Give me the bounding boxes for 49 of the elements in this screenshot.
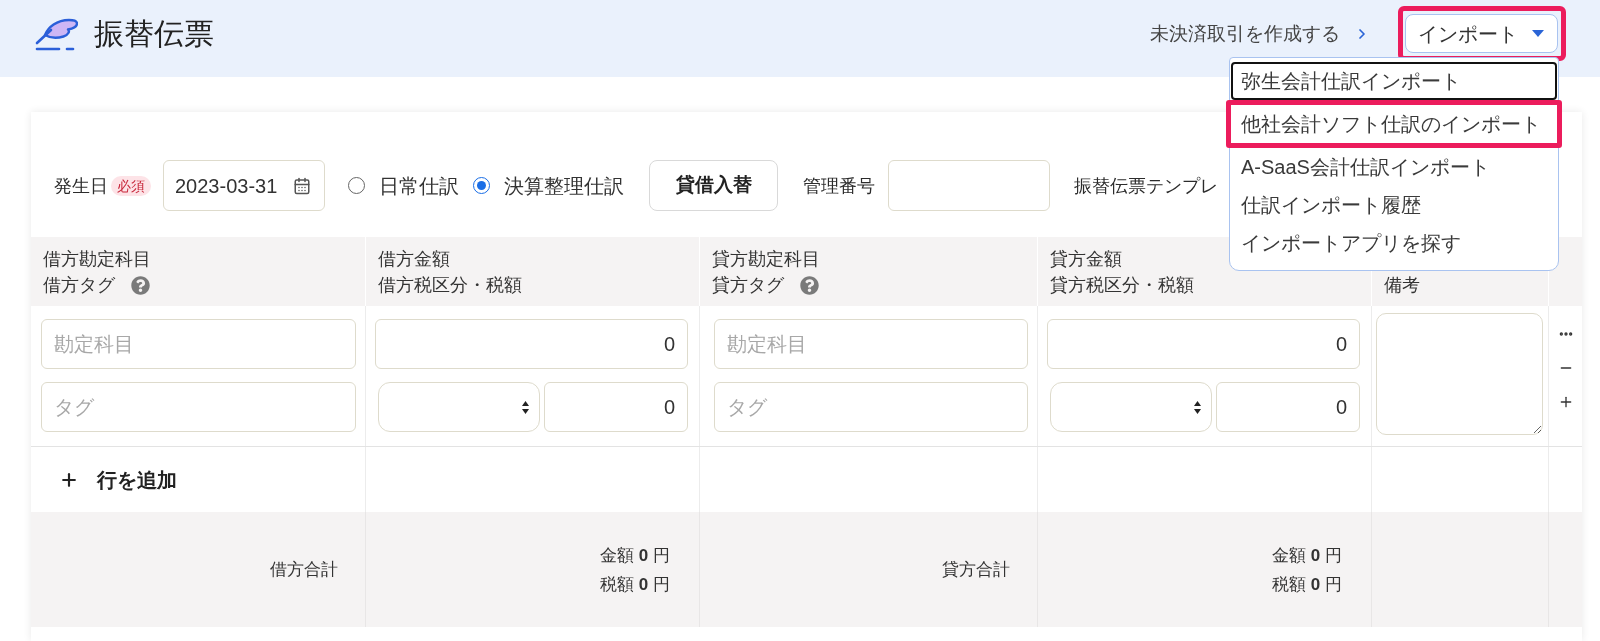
swap-debit-credit-button[interactable]: 貸借入替: [649, 160, 778, 211]
help-icon[interactable]: [800, 275, 819, 295]
page-title: 振替伝票: [94, 18, 214, 49]
tag-field[interactable]: タグ: [714, 382, 1028, 432]
column-header: 借方勘定科目: [43, 248, 151, 271]
total-tax: 税額 0 円: [1272, 573, 1342, 596]
radio-option[interactable]: 決算整理仕訳: [473, 175, 624, 196]
menu-item[interactable]: 仕訳インポート履歴: [1231, 186, 1557, 224]
column-header: 貸方金額: [1050, 248, 1122, 271]
total-tax: 税額 0 円: [600, 573, 670, 596]
management-number-label: 管理番号: [803, 176, 875, 195]
menu-item[interactable]: 他社会計ソフト仕訳のインポート: [1231, 105, 1557, 143]
date-field[interactable]: 2023-03-31: [163, 160, 325, 211]
tax-amount-field[interactable]: 0: [1216, 382, 1360, 432]
column-header: 備考: [1384, 274, 1420, 297]
management-number-field[interactable]: [888, 160, 1050, 211]
calendar-icon: [293, 176, 311, 195]
column-header: 借方税区分・税額: [378, 274, 522, 297]
menu-item[interactable]: インポートアプリを探す: [1231, 224, 1557, 262]
column-header: 貸方税区分・税額: [1050, 274, 1194, 297]
column-header: 貸方勘定科目: [712, 248, 820, 271]
total-amount: 金額 0 円: [1272, 544, 1342, 567]
remarks-field[interactable]: [1376, 313, 1543, 435]
amount-field[interactable]: 0: [1047, 319, 1360, 369]
import-dropdown-button[interactable]: インポート: [1405, 14, 1558, 53]
add-row-button[interactable]: 行を追加: [59, 469, 177, 490]
menu-item[interactable]: A-SaaS会計仕訳インポート: [1231, 148, 1557, 186]
tax-amount-field[interactable]: 0: [544, 382, 688, 432]
column-header: 借方金額: [378, 248, 450, 271]
template-label: 振替伝票テンプレ: [1074, 176, 1218, 195]
caret-down-icon: [1532, 30, 1544, 37]
radio-option[interactable]: 日常仕訳: [348, 175, 459, 196]
total-amount: 金額 0 円: [600, 544, 670, 567]
account-field[interactable]: 勘定科目: [714, 319, 1028, 369]
required-badge: 必須: [111, 175, 151, 196]
help-icon[interactable]: [131, 275, 150, 295]
up-down-caret-icon: [522, 400, 529, 414]
up-down-caret-icon: [1194, 400, 1201, 414]
total-label: 借方合計: [270, 558, 338, 581]
account-field[interactable]: 勘定科目: [41, 319, 356, 369]
quill-pen-icon: [35, 16, 78, 51]
total-label: 貸方合計: [942, 558, 1010, 581]
amount-field[interactable]: 0: [375, 319, 688, 369]
column-header: 借方タグ: [43, 274, 115, 297]
column-header: 貸方タグ: [712, 274, 784, 297]
date-label: 発生日: [54, 176, 108, 195]
tag-field[interactable]: タグ: [41, 382, 356, 432]
menu-item[interactable]: 弥生会計仕訳インポート: [1231, 62, 1557, 100]
unsettled-transaction-link[interactable]: 未決済取引を作成する: [1150, 24, 1370, 43]
